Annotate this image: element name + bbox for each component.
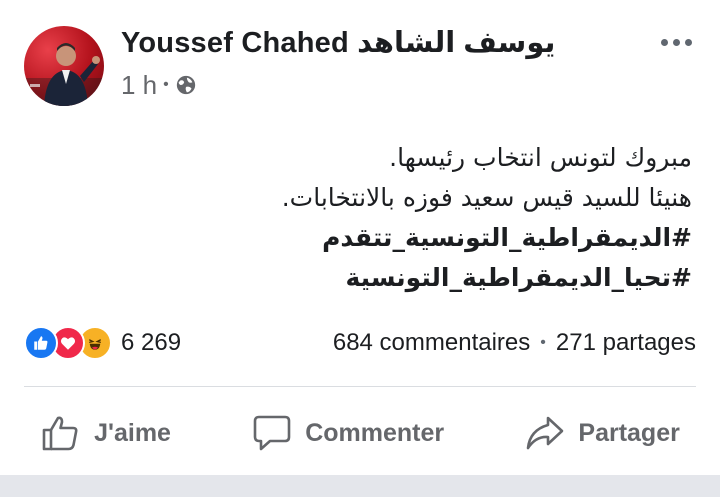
globe-icon[interactable]	[175, 74, 197, 96]
post-text: مبروك لتونس انتخاب رئيسها. هنيئا للسيد ق…	[281, 138, 692, 298]
facebook-post: Youssef Chahed يوسف الشاهد 1 h • مبروك ل…	[0, 0, 720, 497]
share-arrow-icon	[527, 416, 564, 450]
avatar[interactable]	[24, 26, 104, 106]
like-reaction-icon	[24, 326, 58, 360]
more-dot	[673, 38, 680, 46]
like-button-label: J'aime	[94, 418, 171, 447]
comment-button[interactable]: Commenter	[251, 412, 444, 454]
timestamp[interactable]: 1 h	[121, 70, 157, 101]
hashtag-link[interactable]: #الديمقراطية_التونسية_تتقدم	[322, 218, 692, 258]
author-name[interactable]: Youssef Chahed يوسف الشاهد	[121, 25, 555, 60]
avatar-photo	[24, 43, 104, 106]
hashtag-link[interactable]: #تحيا_الديمقراطية_التونسية	[330, 258, 692, 298]
comment-button-label: Commenter	[305, 418, 445, 447]
more-dot	[661, 38, 668, 46]
meta-separator-dot: •	[163, 76, 169, 93]
shares-count-link[interactable]: 271 partages	[556, 329, 696, 357]
like-button[interactable]: J'aime	[40, 412, 171, 454]
stats-separator-dot: •	[540, 334, 546, 351]
divider	[24, 386, 696, 387]
comments-count-link[interactable]: 684 commentaires	[333, 329, 530, 357]
more-options-icon[interactable]	[661, 28, 692, 56]
more-dot	[685, 38, 692, 46]
feed-separator	[0, 475, 720, 497]
share-button[interactable]: Partager	[524, 412, 680, 454]
reactions-summary[interactable]: 6 269	[24, 326, 181, 360]
action-bar: J'aime Commenter Partager	[0, 405, 720, 461]
comment-icon	[253, 415, 291, 451]
post-text-line: هنيئا للسيد قيس سعيد فوزه بالانتخابات.	[281, 183, 692, 212]
post-meta: 1 h •	[121, 70, 197, 100]
reaction-count: 6 269	[121, 329, 182, 356]
engagement-stats: 684 commentaires • 271 partages	[333, 328, 696, 358]
post-text-line: مبروك لتونس انتخاب رئيسها.	[389, 143, 692, 172]
share-button-label: Partager	[578, 418, 680, 447]
thumbs-up-icon	[42, 416, 78, 451]
